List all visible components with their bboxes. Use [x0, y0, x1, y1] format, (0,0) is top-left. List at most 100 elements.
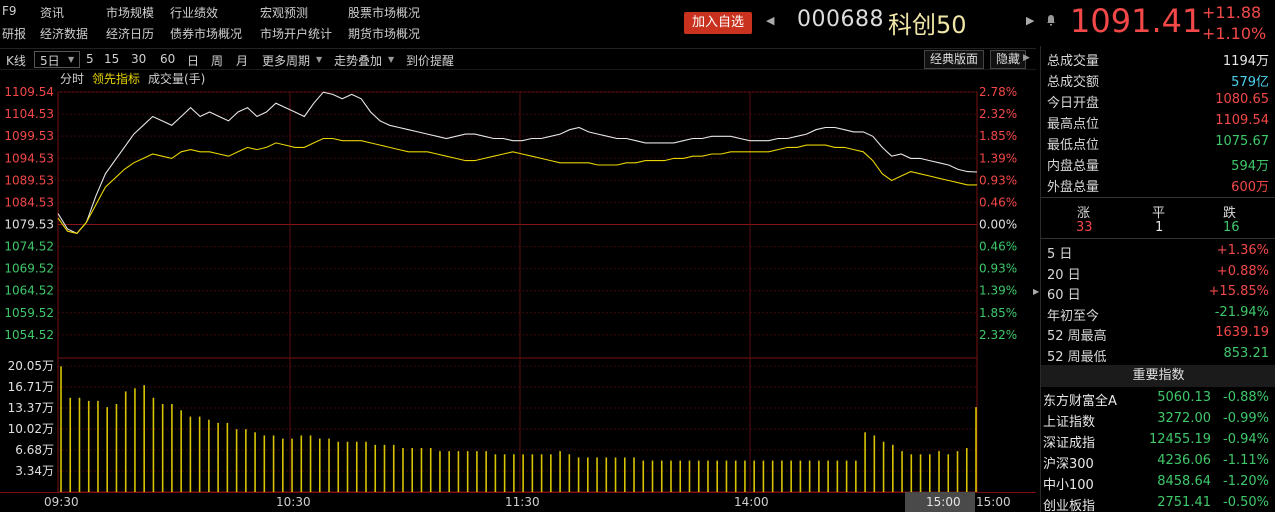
- stat-row: 最低点位 1075.67: [1047, 132, 1269, 153]
- nav-economic-calendar[interactable]: 经济日历: [106, 25, 154, 42]
- key-index-row[interactable]: 中小100 8458.64 -1.20%: [1043, 472, 1273, 493]
- key-index-price: 5060.13: [1157, 390, 1211, 405]
- expand-arrow-icon[interactable]: ▶: [1033, 287, 1039, 296]
- nav-macro-forecast[interactable]: 宏观预测: [260, 4, 308, 21]
- prev-symbol-arrow-icon[interactable]: ◀: [766, 14, 774, 27]
- time-axis: 09:30 10:30 11:30 14:00 15:00: [44, 495, 1011, 509]
- nav-industry-performance[interactable]: 行业绩效: [170, 4, 218, 21]
- period-value: +15.85%: [1208, 284, 1269, 299]
- kline-tab[interactable]: K线: [6, 52, 26, 69]
- period-row: 5 日 +1.36%: [1047, 241, 1269, 262]
- volume-tick-label: 16.71万: [8, 380, 54, 394]
- classic-layout-button[interactable]: 经典版面: [924, 50, 985, 69]
- period-30[interactable]: 30: [131, 52, 146, 66]
- key-index-row[interactable]: 沪深300 4236.06 -1.11%: [1043, 451, 1273, 472]
- decline-label: 跌: [1223, 206, 1237, 221]
- nav-bond-market-overview[interactable]: 债券市场概况: [170, 25, 242, 42]
- key-index-row[interactable]: 深证成指 12455.19 -0.94%: [1043, 430, 1273, 451]
- key-index-name: 创业板指: [1043, 499, 1096, 512]
- volume-tick-label: 20.05万: [8, 359, 54, 373]
- percent-tick-label: 1.85%: [979, 129, 1017, 143]
- nav-economic-data[interactable]: 经济数据: [40, 25, 88, 42]
- collapse-right-icon[interactable]: ▶: [1023, 53, 1030, 63]
- period-week[interactable]: 周: [211, 52, 223, 69]
- nav-market-size[interactable]: 市场规模: [106, 4, 154, 21]
- intraday-chart[interactable]: 1109.54 1104.53 1099.53 1094.53 1089.53 1084.…: [0, 86, 1038, 512]
- percent-tick-label: 0.46%: [979, 195, 1017, 209]
- period-5[interactable]: 5: [86, 52, 94, 66]
- period-day[interactable]: 日: [187, 52, 199, 69]
- price-alert-button[interactable]: 到价提醒: [406, 52, 454, 69]
- period-15[interactable]: 15: [104, 52, 119, 66]
- current-price: 1091.41: [1070, 2, 1203, 40]
- price-tick-label: 1109.54: [4, 86, 54, 99]
- tab-leading-indicator[interactable]: 领先指标: [92, 70, 140, 87]
- tab-volume[interactable]: 成交量(手): [148, 70, 205, 87]
- volume-tick-label: 6.68万: [15, 443, 54, 457]
- key-index-change: -0.94%: [1223, 432, 1269, 447]
- volume-tick-label: 10.02万: [8, 422, 54, 436]
- stat-value: 1194万: [1222, 54, 1269, 69]
- price-tick-label: 1094.53: [4, 151, 54, 165]
- period-select[interactable]: 5日: [40, 52, 60, 69]
- time-tick-label: 11:30: [505, 495, 540, 509]
- divider: [1041, 238, 1275, 239]
- more-periods-dropdown[interactable]: 更多周期: [262, 52, 310, 69]
- time-tick-label: 15:00: [976, 495, 1011, 509]
- period-row: 60 日 +15.85%: [1047, 282, 1269, 303]
- period-label: 年初至今: [1047, 308, 1100, 324]
- bell-icon[interactable]: [1046, 14, 1056, 26]
- key-index-name: 上证指数: [1043, 415, 1096, 430]
- stat-row: 总成交量 1194万: [1047, 48, 1269, 69]
- flat-count: 1: [1155, 220, 1164, 235]
- chart-toolbar: K线 5日 ▼ 5 15 30 60 日 周 月 更多周期 ▼ 走势叠加 ▼ 到…: [0, 48, 1036, 70]
- price-tick-label: 1074.52: [4, 240, 54, 254]
- chevron-down-icon[interactable]: ▼: [388, 55, 394, 64]
- nav-account-stats[interactable]: 市场开户统计: [260, 25, 332, 42]
- nav-stock-market-overview[interactable]: 股票市场概况: [348, 4, 420, 21]
- price-lines: [57, 91, 978, 235]
- add-to-watchlist-button[interactable]: 加入自选: [684, 12, 752, 34]
- stat-row: 今日开盘 1080.65: [1047, 90, 1269, 111]
- stat-value: 1075.67: [1215, 134, 1269, 149]
- key-index-row[interactable]: 东方财富全A 5060.13 -0.88%: [1043, 388, 1273, 409]
- period-60[interactable]: 60: [160, 52, 175, 66]
- chart-grid: [0, 91, 1036, 493]
- percent-tick-label: 1.85%: [979, 306, 1017, 320]
- percent-tick-label: 2.78%: [979, 86, 1017, 99]
- period-row: 52 周最高 1639.19: [1047, 323, 1269, 344]
- key-index-change: -1.20%: [1223, 474, 1269, 489]
- volume-axis: 20.05万 16.71万 13.37万 10.02万 6.68万 3.34万: [8, 359, 54, 478]
- chevron-down-icon[interactable]: ▼: [68, 55, 74, 64]
- period-label: 52 周最高: [1047, 329, 1107, 344]
- percent-tick-label: 2.32%: [979, 107, 1017, 121]
- price-tick-label: 1104.53: [4, 107, 54, 121]
- overlay-dropdown[interactable]: 走势叠加: [334, 52, 382, 69]
- chevron-down-icon[interactable]: ▼: [316, 55, 322, 64]
- percent-tick-label: 2.32%: [979, 328, 1017, 342]
- stat-value: 1109.54: [1215, 113, 1269, 128]
- key-index-row[interactable]: 创业板指 2751.41 -0.50%: [1043, 493, 1273, 512]
- key-index-price: 8458.64: [1157, 474, 1211, 489]
- next-symbol-arrow-icon[interactable]: ▶: [1026, 14, 1034, 27]
- price-change: +11.88: [1202, 3, 1262, 22]
- stat-value: 1080.65: [1215, 92, 1269, 107]
- stat-value: 600万: [1231, 180, 1269, 195]
- period-row: 20 日 +0.88%: [1047, 262, 1269, 283]
- key-index-row[interactable]: 上证指数 3272.00 -0.99%: [1043, 409, 1273, 430]
- price-tick-label: 1054.52: [4, 328, 54, 342]
- stat-label: 总成交量: [1047, 54, 1100, 69]
- nav-research[interactable]: 研报: [2, 25, 26, 42]
- hide-panel-button[interactable]: 隐藏: [990, 50, 1027, 69]
- price-tick-label: 1099.53: [4, 129, 54, 143]
- key-indices-title: 重要指数: [1041, 365, 1275, 387]
- percent-tick-label: 0.46%: [979, 240, 1017, 254]
- nav-news[interactable]: 资讯: [40, 4, 64, 21]
- nav-f9[interactable]: F9: [2, 4, 17, 18]
- avg-price-line: [57, 137, 977, 235]
- key-index-name: 沪深300: [1043, 457, 1094, 472]
- nav-futures-market-overview[interactable]: 期货市场概况: [348, 25, 420, 42]
- period-month[interactable]: 月: [236, 52, 248, 69]
- tab-intraday[interactable]: 分时: [60, 70, 84, 87]
- key-index-price: 2751.41: [1157, 495, 1211, 510]
